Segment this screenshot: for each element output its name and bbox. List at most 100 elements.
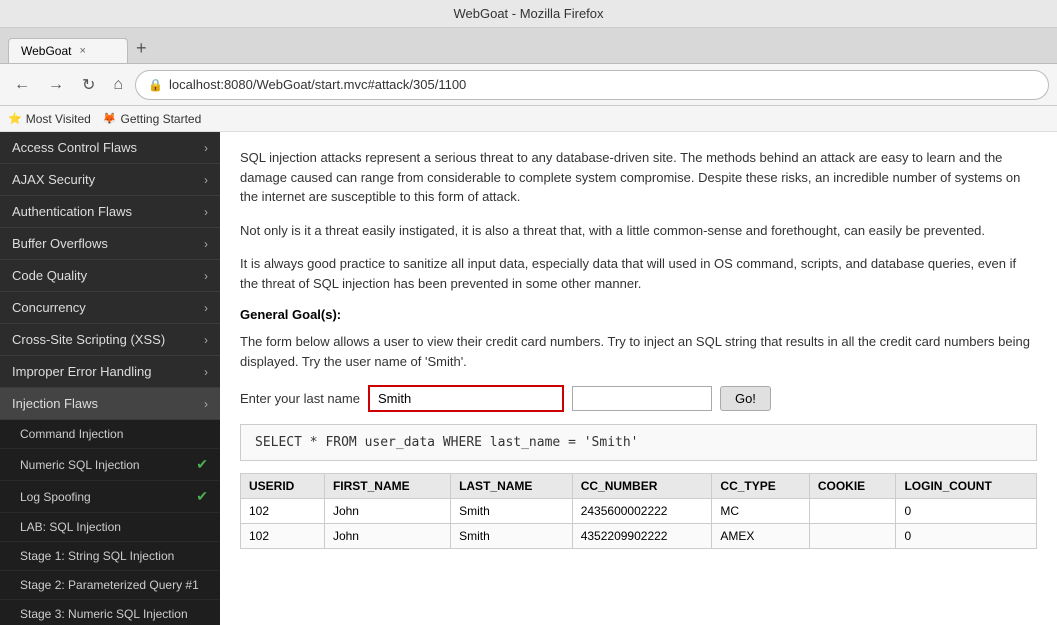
chevron-right-icon: › bbox=[204, 397, 208, 411]
chevron-right-icon: › bbox=[204, 141, 208, 155]
chevron-right-icon: › bbox=[204, 333, 208, 347]
table-cell: John bbox=[324, 499, 450, 524]
chevron-right-icon: › bbox=[204, 365, 208, 379]
sidebar-item-injection-flaws[interactable]: Injection Flaws › bbox=[0, 388, 220, 420]
sidebar-sub-label: Command Injection bbox=[20, 427, 123, 441]
sidebar-item-concurrency[interactable]: Concurrency › bbox=[0, 292, 220, 324]
table-row: 102JohnSmith2435600002222MC 0 bbox=[241, 499, 1037, 524]
table-cell: 102 bbox=[241, 524, 325, 549]
window-title: WebGoat - Mozilla Firefox bbox=[453, 6, 603, 21]
sidebar-item-label: Access Control Flaws bbox=[12, 140, 137, 155]
back-button[interactable]: ← bbox=[8, 72, 36, 98]
bookmarks-bar: ⭐ Most Visited 🦊 Getting Started bbox=[0, 106, 1057, 132]
close-tab-button[interactable]: × bbox=[79, 45, 85, 57]
sidebar-sub-label: Stage 1: String SQL Injection bbox=[20, 549, 174, 563]
url-input[interactable] bbox=[169, 77, 1036, 92]
sidebar-item-label: Cross-Site Scripting (XSS) bbox=[12, 332, 165, 347]
sidebar-item-label: Injection Flaws bbox=[12, 396, 98, 411]
chevron-right-icon: › bbox=[204, 301, 208, 315]
sidebar-item-label: Buffer Overflows bbox=[12, 236, 108, 251]
check-icon: ✔ bbox=[196, 456, 208, 473]
form-label: Enter your last name bbox=[240, 391, 360, 406]
sidebar-sub-label: Log Spoofing bbox=[20, 490, 91, 504]
getting-started-bookmark[interactable]: 🦊 Getting Started bbox=[103, 112, 201, 126]
sidebar-sub-label: Numeric SQL Injection bbox=[20, 458, 140, 472]
table-header-cc_number: CC_NUMBER bbox=[572, 474, 712, 499]
lastname-extra-input[interactable] bbox=[572, 386, 712, 411]
sidebar-item-authentication-flaws[interactable]: Authentication Flaws › bbox=[0, 196, 220, 228]
chevron-right-icon: › bbox=[204, 173, 208, 187]
chevron-right-icon: › bbox=[204, 237, 208, 251]
sidebar-item-access-control-flaws[interactable]: Access Control Flaws › bbox=[0, 132, 220, 164]
table-header-login_count: LOGIN_COUNT bbox=[896, 474, 1037, 499]
input-form: Enter your last name Go! bbox=[240, 385, 1037, 412]
star-icon: ⭐ bbox=[8, 112, 22, 125]
sidebar: Access Control Flaws›AJAX Security›Authe… bbox=[0, 132, 220, 625]
lock-icon: 🔒 bbox=[148, 78, 163, 92]
sidebar-item-improper-error-handling[interactable]: Improper Error Handling› bbox=[0, 356, 220, 388]
intro-para3: It is always good practice to sanitize a… bbox=[240, 254, 1037, 293]
content-area: SQL injection attacks represent a seriou… bbox=[220, 132, 1057, 625]
sidebar-item-label: Concurrency bbox=[12, 300, 86, 315]
sidebar-sub-item-lab-sql-injection[interactable]: LAB: SQL Injection bbox=[0, 513, 220, 542]
table-header-cc_type: CC_TYPE bbox=[712, 474, 809, 499]
go-button[interactable]: Go! bbox=[720, 386, 771, 411]
intro-para2: Not only is it a threat easily instigate… bbox=[240, 221, 1037, 241]
goal-text: The form below allows a user to view the… bbox=[240, 332, 1037, 371]
table-cell: 4352209902222 bbox=[572, 524, 712, 549]
sidebar-item-cross-site-scripting-xss[interactable]: Cross-Site Scripting (XSS) › bbox=[0, 324, 220, 356]
sidebar-sub-label: Stage 2: Parameterized Query #1 bbox=[20, 578, 199, 592]
table-cell bbox=[809, 524, 896, 549]
sidebar-sub-item-stage-3-numeric-sql-injection[interactable]: Stage 3: Numeric SQL Injection bbox=[0, 600, 220, 625]
sidebar-sub-item-stage-2-parameterized-query-1[interactable]: Stage 2: Parameterized Query #1 bbox=[0, 571, 220, 600]
table-cell: 102 bbox=[241, 499, 325, 524]
chevron-right-icon: › bbox=[204, 269, 208, 283]
table-cell: MC bbox=[712, 499, 809, 524]
table-cell: 0 bbox=[896, 524, 1037, 549]
new-tab-button[interactable]: + bbox=[128, 34, 155, 63]
browser-tab[interactable]: WebGoat × bbox=[8, 38, 128, 63]
sidebar-sub-label: Stage 3: Numeric SQL Injection bbox=[20, 607, 188, 621]
refresh-button[interactable]: ↻ bbox=[76, 71, 101, 99]
table-cell: Smith bbox=[451, 499, 573, 524]
most-visited-label: Most Visited bbox=[26, 112, 91, 126]
table-cell: Smith bbox=[451, 524, 573, 549]
goal-label: General Goal(s): bbox=[240, 307, 1037, 322]
home-button[interactable]: ⌂ bbox=[107, 72, 129, 98]
sidebar-sub-item-command-injection[interactable]: Command Injection bbox=[0, 420, 220, 449]
table-header-userid: USERID bbox=[241, 474, 325, 499]
sidebar-sub-item-stage-1-string-sql-injection[interactable]: Stage 1: String SQL Injection bbox=[0, 542, 220, 571]
sidebar-sub-label: LAB: SQL Injection bbox=[20, 520, 121, 534]
most-visited-bookmark[interactable]: ⭐ Most Visited bbox=[8, 112, 91, 126]
sidebar-item-label: Authentication Flaws bbox=[12, 204, 132, 219]
intro-para1: SQL injection attacks represent a seriou… bbox=[240, 148, 1037, 207]
sidebar-sub-item-log-spoofing[interactable]: Log Spoofing✔ bbox=[0, 481, 220, 513]
lastname-input[interactable] bbox=[368, 385, 564, 412]
table-cell: John bbox=[324, 524, 450, 549]
title-bar: WebGoat - Mozilla Firefox bbox=[0, 0, 1057, 28]
firefox-icon: 🦊 bbox=[103, 112, 117, 125]
forward-button[interactable]: → bbox=[42, 72, 70, 98]
sidebar-item-label: Code Quality bbox=[12, 268, 87, 283]
getting-started-label: Getting Started bbox=[121, 112, 202, 126]
table-header-first_name: FIRST_NAME bbox=[324, 474, 450, 499]
tab-bar: WebGoat × + bbox=[0, 28, 1057, 64]
table-cell: 0 bbox=[896, 499, 1037, 524]
main-container: Access Control Flaws›AJAX Security›Authe… bbox=[0, 132, 1057, 625]
sql-query-display: SELECT * FROM user_data WHERE last_name … bbox=[240, 424, 1037, 461]
sidebar-item-label: AJAX Security bbox=[12, 172, 95, 187]
table-cell: 2435600002222 bbox=[572, 499, 712, 524]
nav-bar: ← → ↻ ⌂ 🔒 bbox=[0, 64, 1057, 106]
table-row: 102JohnSmith4352209902222AMEX 0 bbox=[241, 524, 1037, 549]
table-cell: AMEX bbox=[712, 524, 809, 549]
table-header-cookie: COOKIE bbox=[809, 474, 896, 499]
sidebar-sub-item-numeric-sql-injection[interactable]: Numeric SQL Injection ✔ bbox=[0, 449, 220, 481]
chevron-right-icon: › bbox=[204, 205, 208, 219]
table-header-last_name: LAST_NAME bbox=[451, 474, 573, 499]
sidebar-item-code-quality[interactable]: Code Quality › bbox=[0, 260, 220, 292]
sidebar-item-buffer-overflows[interactable]: Buffer Overflows › bbox=[0, 228, 220, 260]
address-bar[interactable]: 🔒 bbox=[135, 70, 1049, 100]
sidebar-item-ajax-security[interactable]: AJAX Security › bbox=[0, 164, 220, 196]
table-cell bbox=[809, 499, 896, 524]
results-table: USERIDFIRST_NAMELAST_NAMECC_NUMBERCC_TYP… bbox=[240, 473, 1037, 549]
